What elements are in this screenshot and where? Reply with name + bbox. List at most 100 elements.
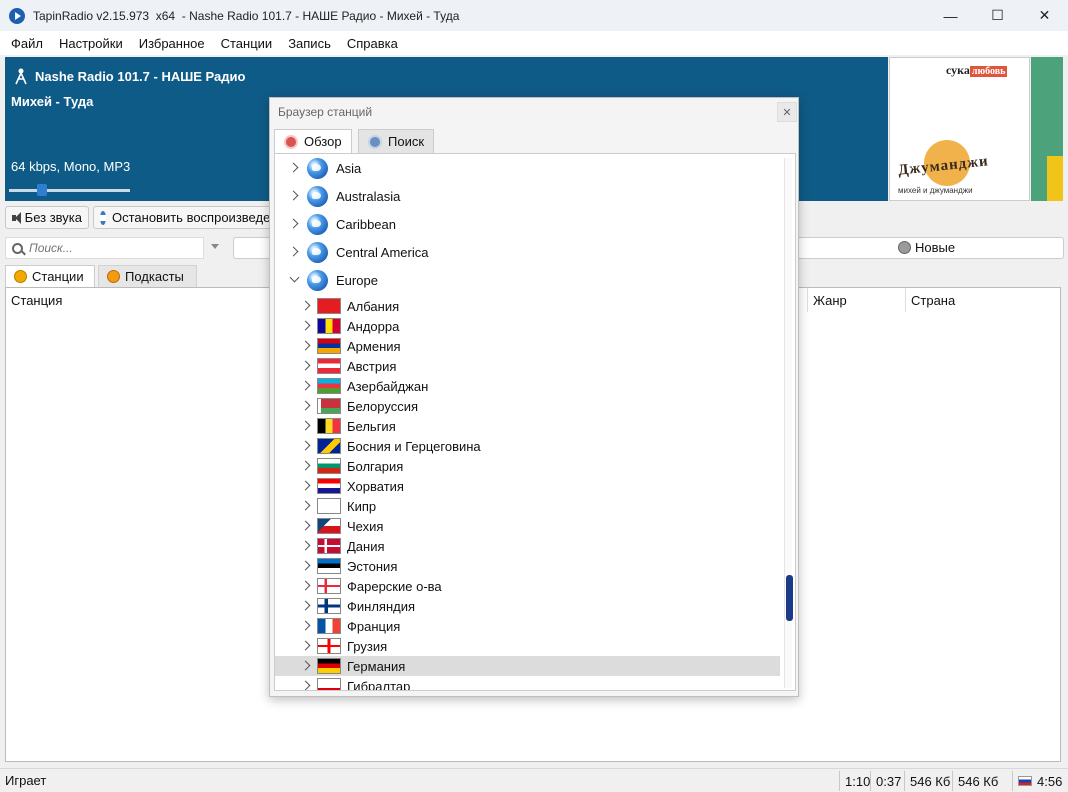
andorra-flag-icon — [317, 318, 341, 334]
search-dropdown-arrow-icon[interactable] — [211, 244, 219, 249]
chevron-right-icon[interactable] — [301, 661, 311, 671]
chevron-right-icon[interactable] — [289, 191, 299, 201]
tree-country-item[interactable]: Австрия — [275, 356, 780, 376]
tree-country-label: Белоруссия — [347, 398, 419, 414]
volume-slider[interactable] — [9, 184, 130, 196]
chevron-right-icon[interactable] — [301, 561, 311, 571]
tree-scrollbar-thumb[interactable] — [786, 575, 793, 621]
chevron-right-icon[interactable] — [301, 621, 311, 631]
chevron-right-icon[interactable] — [301, 361, 311, 371]
chevron-right-icon[interactable] — [301, 321, 311, 331]
tree-region-item[interactable]: Australasia — [275, 182, 780, 210]
tree-country-item[interactable]: Бельгия — [275, 416, 780, 436]
chevron-right-icon[interactable] — [301, 301, 311, 311]
tree-country-label: Чехия — [347, 518, 384, 534]
station-tree[interactable]: Asia Australasia Caribbean Central America E… — [274, 153, 796, 691]
chevron-right-icon[interactable] — [301, 441, 311, 451]
search-box[interactable] — [5, 237, 204, 259]
maximize-button[interactable]: ☐ — [974, 0, 1021, 31]
new-stations-button[interactable]: Новые — [898, 240, 955, 255]
chevron-right-icon[interactable] — [301, 581, 311, 591]
title-bar: TapinRadio v2.15.973 x64 - Nashe Radio 1… — [0, 0, 1068, 31]
tree-country-item[interactable]: Дания — [275, 536, 780, 556]
tree-country-item[interactable]: Азербайджан — [275, 376, 780, 396]
belarus-flag-icon — [317, 398, 341, 414]
search-input[interactable] — [29, 241, 189, 255]
tab-stations[interactable]: Станции — [5, 265, 95, 287]
tree-country-item[interactable]: Германия — [275, 656, 780, 676]
tree-country-item[interactable]: Финляндия — [275, 596, 780, 616]
overview-icon — [284, 134, 298, 149]
stop-playback-button[interactable]: Остановить воспроизведение — [93, 206, 273, 229]
chevron-right-icon[interactable] — [289, 219, 299, 229]
tree-country-item[interactable]: Хорватия — [275, 476, 780, 496]
chevron-right-icon[interactable] — [301, 341, 311, 351]
chevron-right-icon[interactable] — [301, 681, 311, 690]
chevron-right-icon[interactable] — [289, 247, 299, 257]
tree-country-item[interactable]: Фарерские о-ва — [275, 576, 780, 596]
tree-country-item[interactable]: Армения — [275, 336, 780, 356]
chevron-right-icon[interactable] — [301, 641, 311, 651]
status-size-b: 546 Кб — [952, 771, 1003, 791]
tree-region-item[interactable]: Central America — [275, 238, 780, 266]
tree-country-item[interactable]: Андорра — [275, 316, 780, 336]
globe-icon — [307, 241, 328, 263]
tree-country-label: Босния и Герцеговина — [347, 438, 481, 454]
dialog-close-button[interactable]: ✕ — [777, 102, 797, 122]
menu-stations[interactable]: Станции — [213, 36, 281, 51]
tree-country-item[interactable]: Болгария — [275, 456, 780, 476]
column-header-genre[interactable]: Жанр — [808, 288, 906, 312]
chevron-right-icon[interactable] — [289, 163, 299, 173]
chevron-right-icon[interactable] — [301, 461, 311, 471]
minimize-button[interactable]: — — [927, 0, 974, 31]
menu-bar: Файл Настройки Избранное Станции Запись … — [0, 31, 1068, 55]
tree-scrollbar[interactable] — [784, 158, 793, 688]
chevron-right-icon[interactable] — [301, 381, 311, 391]
status-size-a: 546 Кб — [904, 771, 955, 791]
new-stations-label: Новые — [915, 240, 956, 255]
chevron-right-icon[interactable] — [301, 541, 311, 551]
chevron-down-icon[interactable] — [289, 275, 299, 285]
tree-region-item[interactable]: Europe — [275, 266, 780, 294]
menu-record[interactable]: Запись — [280, 36, 339, 51]
volume-slider-thumb[interactable] — [36, 184, 47, 196]
track-name: Михей - Туда — [11, 94, 94, 109]
tree-country-item[interactable]: Франция — [275, 616, 780, 636]
tree-country-label: Бельгия — [347, 418, 396, 434]
tree-country-item[interactable]: Грузия — [275, 636, 780, 656]
tree-region-label: Caribbean — [336, 216, 396, 232]
tab-overview-label: Обзор — [304, 134, 342, 149]
chevron-right-icon[interactable] — [301, 481, 311, 491]
chevron-right-icon[interactable] — [301, 601, 311, 611]
tab-search[interactable]: Поиск — [358, 129, 435, 153]
france-flag-icon — [317, 618, 341, 634]
mute-button[interactable]: Без звука — [5, 206, 89, 229]
tree-country-label: Албания — [347, 298, 400, 314]
tree-country-item[interactable]: Эстония — [275, 556, 780, 576]
chevron-right-icon[interactable] — [301, 401, 311, 411]
tree-country-item[interactable]: Чехия — [275, 516, 780, 536]
speaker-icon — [12, 211, 21, 224]
menu-favorites[interactable]: Избранное — [131, 36, 213, 51]
austria-flag-icon — [317, 358, 341, 374]
chevron-right-icon[interactable] — [301, 421, 311, 431]
tree-country-item[interactable]: Босния и Герцеговина — [275, 436, 780, 456]
column-header-country[interactable]: Страна — [906, 288, 1060, 312]
tree-country-item[interactable]: Кипр — [275, 496, 780, 516]
tree-country-label: Франция — [347, 618, 401, 634]
chevron-right-icon[interactable] — [301, 501, 311, 511]
close-button[interactable]: ✕ — [1021, 0, 1068, 31]
tree-region-item[interactable]: Caribbean — [275, 210, 780, 238]
tree-country-label: Кипр — [347, 498, 377, 514]
tree-country-item[interactable]: Белоруссия — [275, 396, 780, 416]
tree-country-item[interactable]: Албания — [275, 296, 780, 316]
menu-file[interactable]: Файл — [3, 36, 51, 51]
menu-help[interactable]: Справка — [339, 36, 406, 51]
menu-settings[interactable]: Настройки — [51, 36, 131, 51]
tab-overview[interactable]: Обзор — [274, 129, 352, 153]
tree-country-item[interactable]: Гибралтар — [275, 676, 780, 691]
chevron-right-icon[interactable] — [301, 521, 311, 531]
tree-country-label: Гибралтар — [347, 678, 411, 691]
tab-podcasts[interactable]: Подкасты — [98, 265, 197, 287]
tree-region-item[interactable]: Asia — [275, 154, 780, 182]
